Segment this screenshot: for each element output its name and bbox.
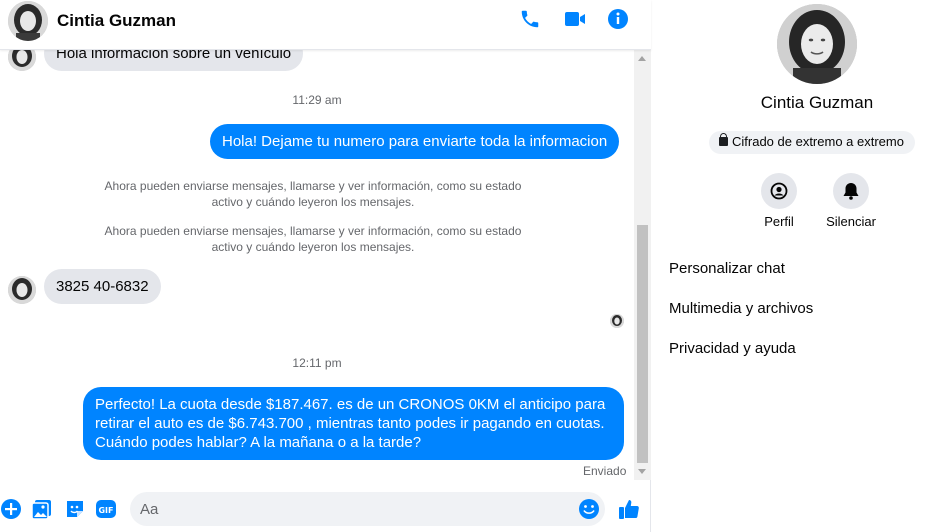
message-bubble-incoming[interactable]: Hola información sobre un vehículo [44,50,304,71]
emoji-icon[interactable] [578,498,600,520]
message-text: retirar el auto es de $6.743.700 , mient… [95,415,605,432]
system-message-line: Ahora pueden enviarse mensajes, llamarse… [104,179,522,193]
lock-icon [719,133,728,146]
user-circle-icon [770,182,788,200]
message-status: Enviado [583,464,627,478]
encryption-badge[interactable]: Cifrado de extremo a extremo [709,131,915,154]
message-timestamp: 12:11 pm [292,356,342,370]
profile-label: Perfil [764,214,794,229]
message-timestamp: 11:29 am [292,93,342,107]
message-list[interactable]: Hola información sobre un vehículo 11:29… [0,50,634,480]
system-message: Ahora pueden enviarse mensajes, llamarse… [88,223,538,255]
thumbs-up-icon[interactable] [617,497,641,521]
message-bubble-incoming[interactable]: 3825 40-6832 [44,269,161,304]
svg-text:GIF: GIF [98,506,113,515]
profile-avatar[interactable] [777,4,857,84]
read-receipt-avatar [610,314,624,328]
chat-header: Cintia Guzman [0,0,651,50]
info-icon[interactable] [607,8,631,32]
message-text: 3825 40-6832 [56,278,149,295]
message-text: Hola! Dejame tu numero para enviarte tod… [222,133,608,150]
message-bubble-outgoing[interactable]: Hola! Dejame tu numero para enviarte tod… [210,124,620,159]
plus-icon[interactable] [0,498,22,520]
scrollbar-thumb[interactable] [637,225,648,463]
phone-call-icon[interactable] [519,8,543,32]
contact-avatar[interactable] [8,1,48,41]
encryption-label: Cifrado de extremo a extremo [732,134,904,149]
menu-item-media-files[interactable]: Multimedia y archivos [669,300,813,317]
scroll-up-arrow[interactable] [638,56,646,61]
system-message-line: activo y cuándo leyeron los mensajes. [211,240,415,254]
system-message-line: activo y cuándo leyeron los mensajes. [211,195,415,209]
bell-icon [843,183,859,200]
menu-item-customize-chat[interactable]: Personalizar chat [669,260,785,277]
message-text: Cuándo podes hablar? A la mañana o a la … [95,434,422,451]
message-avatar [8,276,36,304]
message-text: Hola información sobre un vehículo [56,50,292,62]
message-text: Perfecto! La cuota desde $187.467. es de… [95,396,606,413]
system-message: Ahora pueden enviarse mensajes, llamarse… [88,178,538,210]
message-list-scrollbar[interactable] [634,50,651,480]
gif-icon[interactable]: GIF [95,498,117,520]
message-input-container[interactable] [130,492,605,526]
profile-name: Cintia Guzman [760,93,874,112]
system-message-line: Ahora pueden enviarse mensajes, llamarse… [104,224,522,238]
photo-icon[interactable] [31,498,53,520]
scroll-down-arrow[interactable] [638,469,646,474]
video-call-icon[interactable] [563,8,587,32]
profile-button[interactable] [761,173,797,209]
mute-label: Silenciar [826,214,876,229]
sticker-icon[interactable] [64,498,86,520]
menu-item-privacy-help[interactable]: Privacidad y ayuda [669,340,796,357]
message-avatar [8,50,36,71]
message-bubble-outgoing[interactable]: Perfecto! La cuota desde $187.467. es de… [83,387,624,460]
message-input[interactable] [140,499,570,519]
chat-window: Cintia Guzman Hola información sobre un … [0,0,651,532]
contact-name[interactable]: Cintia Guzman [57,11,176,31]
mute-button[interactable] [833,173,869,209]
